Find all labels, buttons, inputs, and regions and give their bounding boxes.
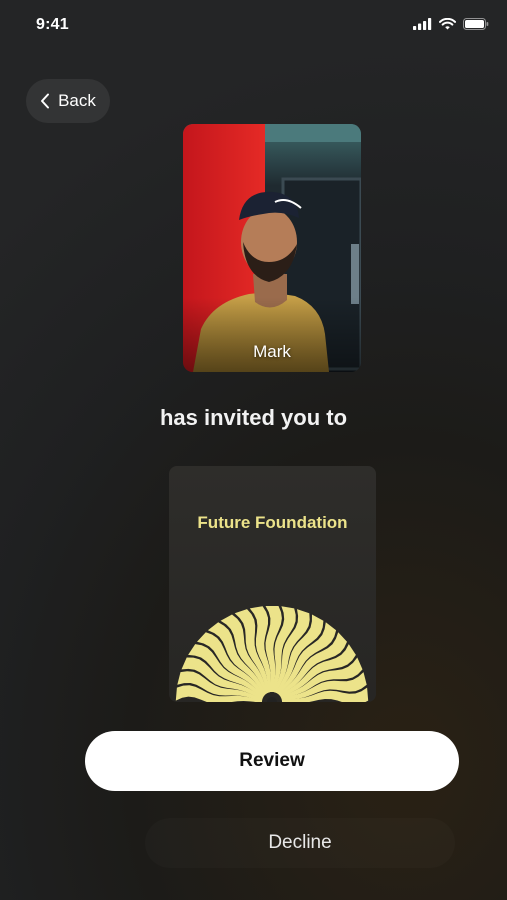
decline-button[interactable]: Decline [145, 818, 455, 868]
inviter-name: Mark [253, 342, 291, 361]
chevron-left-icon [40, 93, 50, 109]
battery-icon [463, 17, 489, 35]
wifi-icon [439, 17, 456, 35]
back-button[interactable]: Back [26, 79, 110, 123]
signal-icon [413, 17, 432, 35]
status-time: 9:41 [36, 16, 69, 33]
inviter-avatar-card: Mark [183, 124, 361, 372]
group-card[interactable]: Future Foundation [169, 466, 376, 702]
status-icons [413, 17, 489, 35]
avatar-photo [183, 124, 361, 372]
back-label: Back [58, 91, 96, 110]
group-title: Future Foundation [197, 513, 348, 532]
sunburst-logo-icon [175, 606, 369, 702]
invite-message: has invited you to [159, 405, 348, 430]
sunburst-center [267, 697, 277, 702]
review-button[interactable]: Review [85, 731, 459, 791]
status-bar: 9:41 [0, 0, 507, 52]
